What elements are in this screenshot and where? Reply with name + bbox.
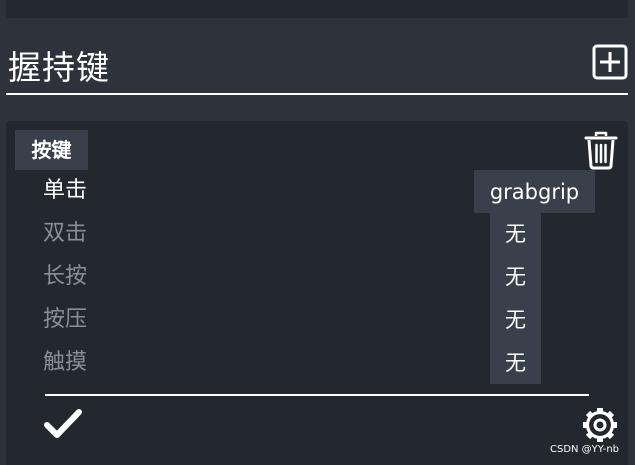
confirm-button[interactable] xyxy=(43,407,83,441)
key-tag[interactable]: 按键 xyxy=(15,130,88,170)
delete-binding-button[interactable] xyxy=(583,130,619,170)
action-value-click[interactable]: grabgrip xyxy=(474,177,595,207)
action-value-long-press[interactable]: 无 xyxy=(490,262,541,292)
gear-icon xyxy=(583,408,617,442)
watermark: CSDN @YY-nb xyxy=(549,444,619,455)
footer-divider xyxy=(45,394,589,396)
settings-button[interactable] xyxy=(581,406,619,444)
title-divider xyxy=(6,93,628,95)
action-label-click: 单击 xyxy=(43,178,88,203)
top-panel xyxy=(6,0,628,18)
checkmark-icon xyxy=(44,409,82,438)
plus-square-icon xyxy=(592,44,628,80)
trash-icon xyxy=(584,131,618,170)
add-binding-button[interactable] xyxy=(592,44,628,80)
action-label-long-press: 长按 xyxy=(43,264,88,289)
action-label-double-click: 双击 xyxy=(43,221,88,246)
action-label-touch: 触摸 xyxy=(43,350,88,375)
section-title: 握持键 xyxy=(8,48,110,87)
action-label-press: 按压 xyxy=(43,307,88,332)
action-value-touch[interactable]: 无 xyxy=(490,348,541,378)
action-value-double-click[interactable]: 无 xyxy=(490,219,541,249)
action-value-press[interactable]: 无 xyxy=(490,305,541,335)
